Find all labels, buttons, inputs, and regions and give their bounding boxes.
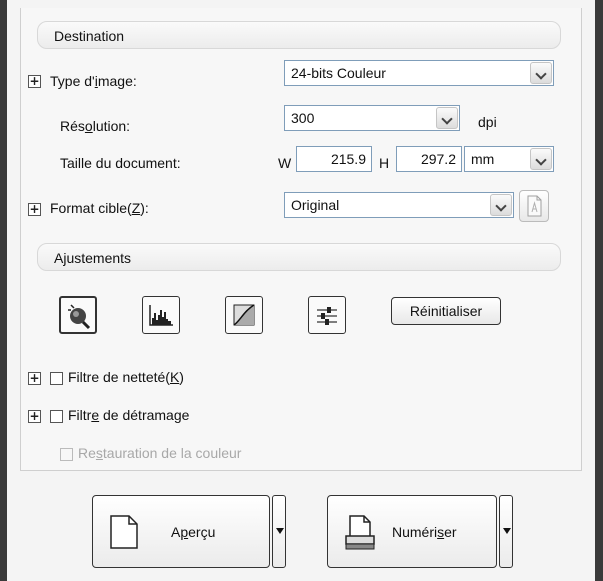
auto-exposure-button[interactable] <box>59 296 97 334</box>
tone-curve-icon <box>233 304 255 326</box>
image-type-value: 24-bits Couleur <box>291 65 386 81</box>
destination-title: Destination <box>54 28 125 44</box>
color-restore-label: Restauration de la couleur <box>78 445 242 461</box>
resolution-select[interactable]: 300 <box>284 105 460 131</box>
adjustments-title: Ajustements <box>54 250 132 266</box>
target-format-value: Original <box>291 197 340 213</box>
scan-button[interactable]: Numériser <box>327 495 497 568</box>
preview-dropdown-button[interactable] <box>272 495 286 568</box>
destination-section-header: Destination <box>37 21 561 49</box>
expand-image-type-icon[interactable]: + <box>28 75 41 88</box>
page-icon <box>110 515 138 549</box>
size-unit-select[interactable]: mm <box>464 146 554 172</box>
reset-button[interactable]: Réinitialiser <box>391 297 501 325</box>
preview-button[interactable]: Aperçu <box>92 495 270 568</box>
edit-target-format-button[interactable] <box>519 190 549 222</box>
height-input[interactable]: 297.2 <box>396 146 462 172</box>
scanner-icon <box>345 515 375 550</box>
histogram-button[interactable] <box>142 296 180 334</box>
image-adjust-icon <box>317 307 337 325</box>
size-unit-value: mm <box>471 151 495 167</box>
page-edit-icon <box>527 195 542 217</box>
expand-sharpen-icon[interactable]: + <box>28 372 41 385</box>
sharpen-checkbox[interactable] <box>50 372 63 385</box>
scan-dropdown-button[interactable] <box>499 495 513 568</box>
chevron-down-icon[interactable] <box>530 148 552 170</box>
resolution-value: 300 <box>291 110 315 126</box>
tone-curve-button[interactable] <box>225 296 263 334</box>
resolution-unit: dpi <box>478 114 497 130</box>
window-frame-left <box>0 0 7 581</box>
expand-descreen-icon[interactable]: + <box>28 410 41 423</box>
chevron-down-icon[interactable] <box>436 107 458 129</box>
image-type-label: Type d'image: <box>50 73 137 89</box>
preview-label: Aperçu <box>171 524 216 540</box>
settings-pane: Destination + Type d'image: 24-bits Coul… <box>7 0 595 581</box>
target-format-select[interactable]: Original <box>284 192 514 218</box>
scan-label: Numériser <box>392 524 457 540</box>
expand-target-format-icon[interactable]: + <box>28 203 41 216</box>
chevron-down-icon[interactable] <box>490 194 512 216</box>
target-format-label: Format cible(Z): <box>50 200 149 216</box>
image-type-select[interactable]: 24-bits Couleur <box>284 60 554 86</box>
adjustments-section-header: Ajustements <box>37 243 561 271</box>
descreen-label: Filtre de détramage <box>68 407 190 423</box>
color-restore-checkbox[interactable] <box>60 448 73 461</box>
width-input[interactable]: 215.9 <box>296 146 372 172</box>
chevron-down-icon[interactable] <box>530 62 552 84</box>
descreen-checkbox[interactable] <box>50 410 63 423</box>
histogram-icon <box>149 305 173 326</box>
height-label: H <box>379 155 390 171</box>
width-label: W <box>278 155 292 171</box>
document-size-label: Taille du document: <box>60 155 181 171</box>
sharpen-label: Filtre de netteté(K) <box>68 369 184 385</box>
auto-exposure-icon <box>68 304 91 330</box>
resolution-label: Résolution: <box>60 118 131 134</box>
image-adjust-button[interactable] <box>308 296 346 334</box>
window-frame-right <box>595 0 603 581</box>
